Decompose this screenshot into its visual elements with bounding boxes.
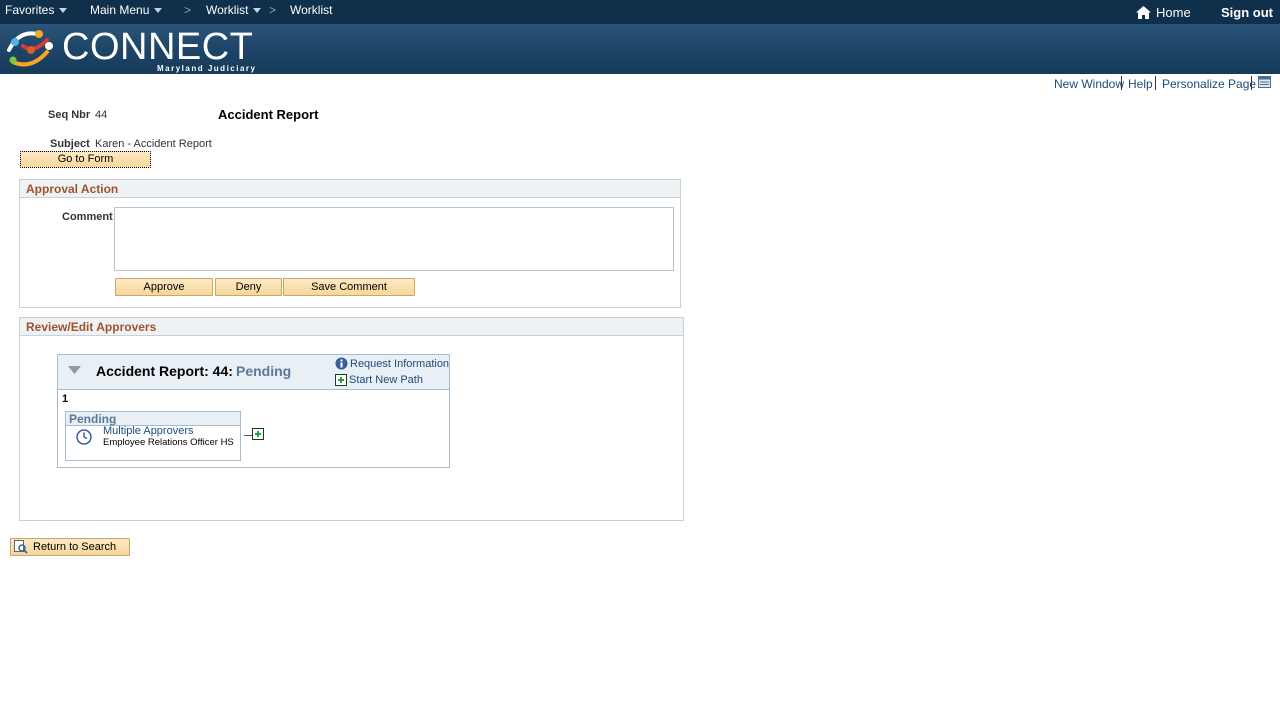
breadcrumb-separator: >	[184, 3, 192, 17]
request-information-link[interactable]: Request Information	[350, 358, 449, 370]
new-window-link[interactable]: New Window	[1054, 77, 1124, 91]
seq-nbr-value: 44	[95, 109, 108, 121]
subject-value: Karen - Accident Report	[95, 138, 212, 150]
banner: CONNECT Maryland Judiciary	[0, 24, 1280, 74]
breadcrumb-separator: >	[269, 3, 277, 17]
subject-label: Subject	[50, 138, 90, 150]
connector-line	[244, 435, 252, 436]
step-number: 1	[62, 393, 69, 405]
step-status: Pending	[66, 412, 240, 426]
approval-map-status: Pending	[236, 363, 292, 379]
breadcrumb-worklist[interactable]: Worklist	[290, 3, 332, 17]
seq-nbr-label: Seq Nbr	[48, 109, 91, 121]
home-icon	[1136, 6, 1151, 19]
favorites-menu[interactable]: Favorites	[5, 3, 68, 17]
review-approvers-header: Review/Edit Approvers	[20, 318, 683, 336]
breadcrumb-worklist-label: Worklist	[290, 3, 333, 17]
main-menu[interactable]: Main Menu	[90, 3, 163, 17]
approve-button[interactable]: Approve	[115, 278, 213, 296]
divider	[1121, 76, 1122, 90]
divider	[1251, 76, 1252, 90]
home-link[interactable]: Home	[1136, 5, 1191, 20]
connect-logo-icon	[7, 30, 53, 67]
comment-textarea[interactable]	[114, 207, 674, 271]
return-to-search-button[interactable]: Return to Search	[10, 538, 130, 556]
insert-approver-icon[interactable]	[252, 428, 264, 440]
chevron-down-icon	[59, 7, 68, 13]
page-title: Accident Report	[218, 107, 319, 122]
clock-icon	[76, 429, 92, 445]
search-page-icon	[14, 540, 28, 554]
collapse-triangle-icon[interactable]	[68, 366, 81, 374]
approver-role: Employee Relations Officer HS	[103, 437, 234, 448]
logo-wordmark: CONNECT	[62, 26, 254, 68]
approval-action-header: Approval Action	[20, 180, 680, 198]
page-layout-icon[interactable]	[1258, 76, 1271, 88]
favorites-label: Favorites	[5, 3, 55, 17]
go-to-form-button[interactable]: Go to Form	[20, 151, 151, 168]
save-comment-button[interactable]: Save Comment	[283, 278, 415, 296]
worklist-menu-label: Worklist	[206, 3, 249, 17]
return-to-search-label: Return to Search	[33, 541, 117, 553]
comment-label: Comment	[62, 211, 113, 223]
home-label: Home	[1156, 5, 1191, 20]
multiple-approvers-link[interactable]: Multiple Approvers	[103, 425, 194, 437]
sign-out-link[interactable]: Sign out	[1221, 5, 1273, 20]
chevron-down-icon	[253, 7, 262, 13]
divider	[1155, 76, 1156, 90]
help-link[interactable]: Help	[1128, 77, 1153, 91]
top-nav-bar: Favorites Main Menu > Worklist > Worklis…	[0, 0, 1280, 24]
chevron-down-icon	[154, 7, 163, 13]
worklist-menu[interactable]: Worklist	[206, 3, 262, 17]
deny-button[interactable]: Deny	[215, 278, 282, 296]
main-menu-label: Main Menu	[90, 3, 150, 17]
logo-subtitle: Maryland Judiciary	[157, 64, 257, 73]
approval-map-title: Accident Report: 44:	[96, 363, 233, 379]
start-new-path-link[interactable]: Start New Path	[349, 374, 423, 386]
personalize-page-link[interactable]: Personalize Page	[1162, 77, 1256, 91]
info-icon[interactable]	[335, 357, 348, 370]
add-path-icon[interactable]	[335, 374, 347, 386]
